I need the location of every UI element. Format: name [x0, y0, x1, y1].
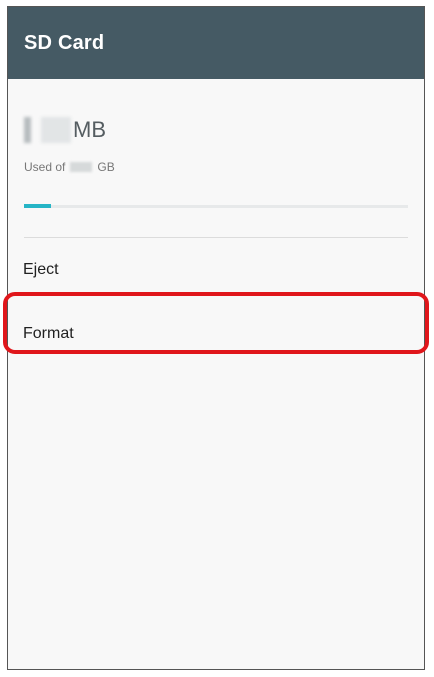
total-unit: GB: [97, 160, 115, 174]
progress-fill: [24, 204, 51, 208]
progress-track: [24, 205, 408, 208]
used-unit: MB: [73, 117, 106, 142]
format-label: Format: [23, 325, 74, 342]
eject-label: Eject: [23, 261, 59, 278]
eject-menu-item[interactable]: Eject: [8, 238, 424, 302]
storage-summary: MB Used of GB: [24, 79, 408, 238]
screen-frame: SD Card MB Used of GB Eject Format: [7, 6, 425, 670]
storage-progress-bar: [24, 203, 408, 211]
redacted-digits: [41, 117, 71, 143]
used-amount: MB: [24, 103, 106, 143]
page-title: SD Card: [24, 31, 105, 54]
used-of-label: Used of: [24, 160, 66, 174]
used-of-total: Used of GB: [24, 160, 115, 174]
app-bar: SD Card: [8, 7, 424, 79]
redacted-total: [70, 162, 93, 172]
redacted-digit: [24, 117, 31, 143]
format-menu-item[interactable]: Format: [8, 302, 424, 366]
